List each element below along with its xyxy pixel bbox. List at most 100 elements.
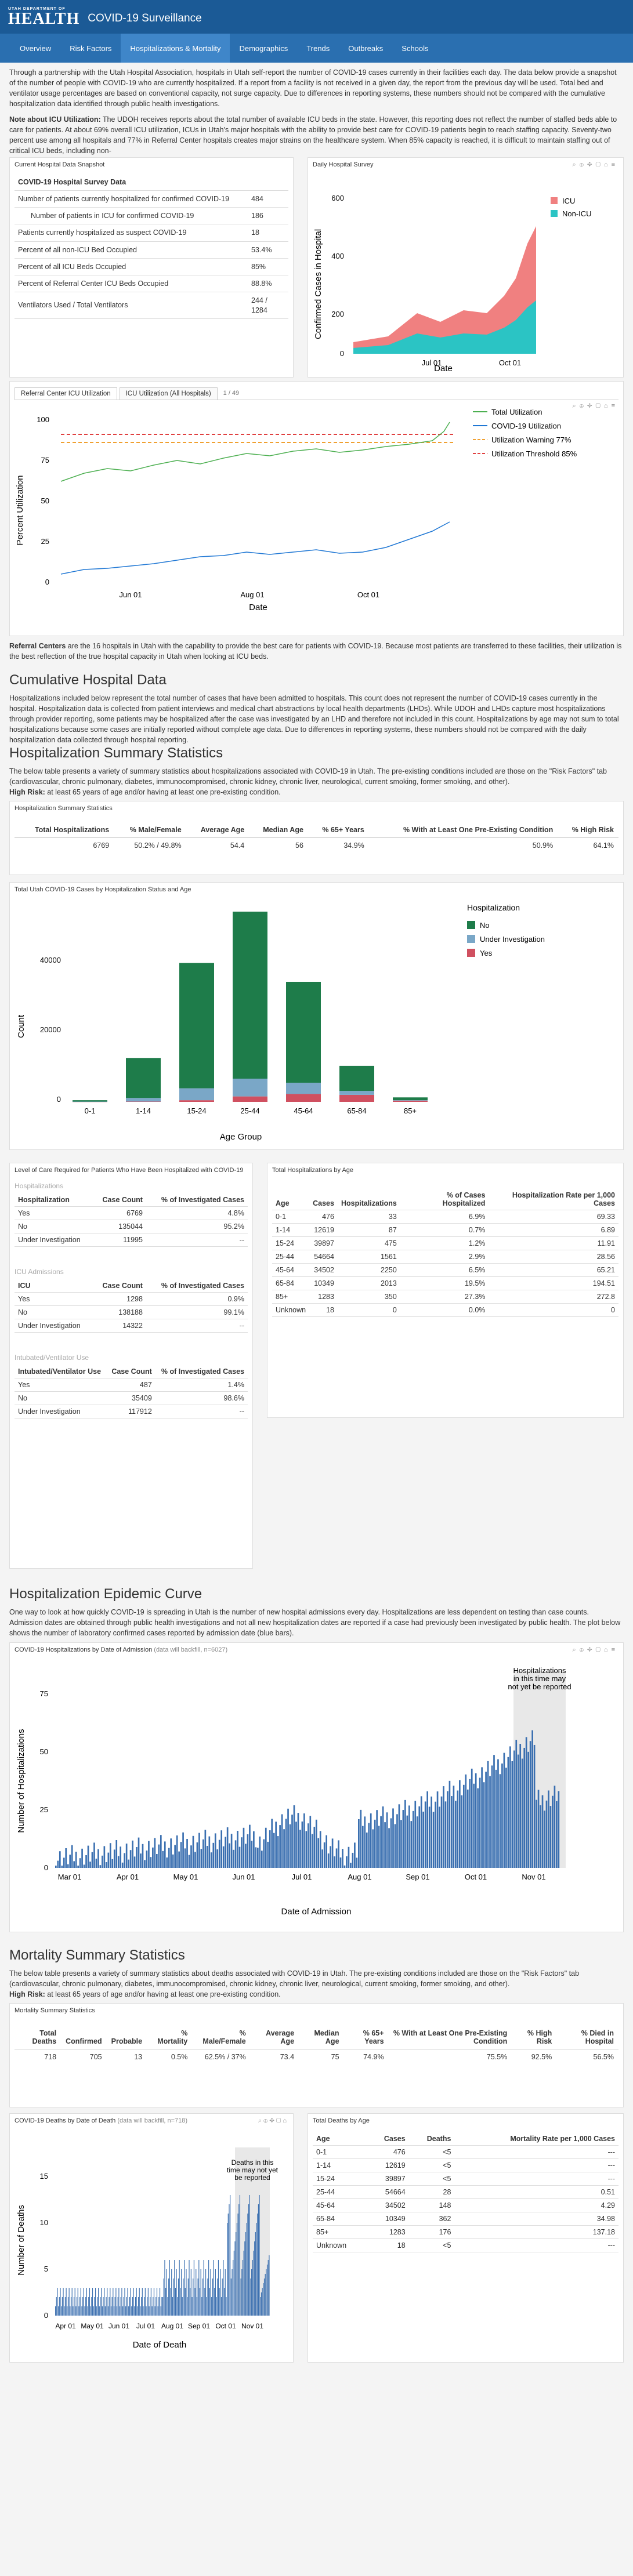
death-bar <box>175 2287 176 2316</box>
death-bar <box>251 2269 252 2316</box>
tab-all-hospitals[interactable]: ICU Utilization (All Hospitals) <box>119 387 218 400</box>
row-value: 88.8% <box>248 275 288 293</box>
admission-bar <box>293 1805 295 1868</box>
death-bar <box>230 2278 232 2316</box>
admission-bar <box>297 1812 299 1868</box>
col-header: Cases <box>367 2132 409 2146</box>
chart-toolbar[interactable]: ⌕⊕✥▢⌂≡ <box>573 161 618 169</box>
death-bar <box>263 2278 265 2316</box>
tick-label: Sep 01 <box>188 2322 210 2330</box>
cell: --- <box>454 2158 618 2172</box>
tick-label: 25-44 <box>240 1106 259 1115</box>
row-label: Number of patients currently hospitalize… <box>15 190 248 208</box>
cell: 85+ <box>272 1290 310 1304</box>
admission-bar <box>556 1801 558 1868</box>
admission-bar <box>81 1848 83 1868</box>
death-bar <box>180 2269 182 2316</box>
bar-under-investigation <box>286 1083 321 1094</box>
death-bar <box>135 2296 136 2316</box>
level-of-care-panel: Level of Care Required for Patients Who … <box>9 1163 253 1569</box>
admission-bar <box>198 1833 200 1868</box>
hosp-status-title: Total Utah COVID-19 Cases by Hospitaliza… <box>15 886 191 894</box>
admission-bar <box>457 1790 459 1868</box>
bar-no <box>286 982 321 1083</box>
table-row: 6769 50.2% / 49.8% 54.4 56 34.9% 50.9% 64.1% <box>15 838 618 854</box>
nav-outbreaks[interactable]: Outbreaks <box>339 34 392 63</box>
col-header: % High Risk <box>512 2025 557 2049</box>
cell: 6.9% <box>400 1210 489 1224</box>
table-row: Percent of all ICU Beds Occupied 85% <box>15 258 288 276</box>
tick-label: Jul 01 <box>292 1873 312 1881</box>
row-value: 484 <box>248 190 288 208</box>
admission-bar <box>412 1811 414 1868</box>
admission-bar <box>180 1841 182 1868</box>
chart-toolbar[interactable]: ⌕⊕✥▢⌂ <box>258 2117 288 2125</box>
age-hosp-table: Age Cases Hospitalizations% of Cases Hospi… <box>272 1189 618 1318</box>
utilization-tabs: Referral Center ICU Utilization ICU Util… <box>15 387 618 400</box>
death-bar <box>222 2278 223 2316</box>
admission-bar <box>216 1849 219 1868</box>
admission-bar <box>334 1856 335 1868</box>
legend-label: ICU <box>562 197 575 205</box>
chart-toolbar[interactable]: ⌕⊕✥▢⌂≡ <box>573 1646 618 1654</box>
table-row: 85+ 1283 350 27.3% 272.8 <box>272 1290 618 1304</box>
cell: 272.8 <box>489 1290 618 1304</box>
level-of-care-title: Level of Care Required for Patients Who … <box>15 1167 244 1174</box>
nav-hospitalizations[interactable]: Hospitalizations & Mortality <box>121 34 230 63</box>
cell: Under Investigation <box>15 1405 107 1419</box>
age-hosp-panel: Total Hospitalizations by Age Age Cases Ho… <box>267 1163 624 1418</box>
admission-bar <box>426 1791 428 1868</box>
axis-label-x: Date <box>434 364 453 371</box>
death-bar <box>254 2241 255 2316</box>
cell: 65-84 <box>272 1276 310 1291</box>
death-bar <box>91 2296 92 2316</box>
tick-label: 5 <box>44 2265 48 2273</box>
tab-page-indicator: 1 / 49 <box>223 389 240 397</box>
cell: 39897 <box>309 1236 338 1251</box>
cell: 28 <box>408 2185 455 2199</box>
admission-bar <box>121 1862 124 1868</box>
cell: -- <box>155 1405 248 1419</box>
bar-under-investigation <box>393 1100 428 1101</box>
admission-bar <box>152 1847 154 1868</box>
death-bar <box>223 2287 225 2316</box>
admission-bar <box>331 1838 334 1868</box>
cell: 62.5% / 37% <box>204 2052 246 2061</box>
cell: 705 <box>89 2052 102 2061</box>
admission-bar <box>172 1854 174 1868</box>
admission-bar <box>245 1843 247 1868</box>
table-row: 25-44 54664 1561 2.9% 28.56 <box>272 1250 618 1264</box>
col-header: % of Investigated Cases <box>155 1365 248 1379</box>
admission-bar <box>289 1824 291 1868</box>
deaths-curve-panel: COVID-19 Deaths by Date of Death (data w… <box>9 2113 294 2363</box>
tab-referral-center[interactable]: Referral Center ICU Utilization <box>15 387 117 400</box>
cell: 137.18 <box>454 2225 618 2239</box>
death-bar <box>255 2232 256 2316</box>
col-header: % of Cases Hospitalized <box>400 1189 489 1211</box>
referral-body: are the 16 hospitals in Utah with the ca… <box>9 641 622 661</box>
nav-risk-factors[interactable]: Risk Factors <box>60 34 121 63</box>
nav-demographics[interactable]: Demographics <box>230 34 297 63</box>
health-logo[interactable]: UTAH DEPARTMENT OF HEALTH <box>8 7 79 27</box>
death-bar <box>252 2259 253 2316</box>
death-bar <box>127 2287 128 2316</box>
epi-curve-text: One way to look at how quickly COVID-19 … <box>9 1608 621 1638</box>
admission-bar <box>91 1852 93 1868</box>
admission-bar <box>400 1819 402 1868</box>
admission-bar <box>515 1739 518 1868</box>
nav-schools[interactable]: Schools <box>392 34 437 63</box>
cell: Yes <box>15 1206 93 1221</box>
admission-bar <box>77 1865 79 1868</box>
admission-bar <box>275 1821 277 1868</box>
col-header: Hospitalizations <box>337 1189 400 1211</box>
table-row: Yes 6769 4.8% <box>15 1206 248 1221</box>
nav-trends[interactable]: Trends <box>297 34 339 63</box>
table-row: 15-24 39897 475 1.2% 11.91 <box>272 1236 618 1251</box>
admission-bar <box>420 1795 422 1868</box>
admission-bar <box>531 1730 533 1868</box>
admission-bar <box>299 1829 301 1868</box>
admission-bar <box>87 1845 89 1868</box>
nav-overview[interactable]: Overview <box>10 34 60 63</box>
chart-toolbar[interactable]: ⌕⊕✥▢⌂≡ <box>573 402 618 410</box>
death-bar <box>217 2278 218 2316</box>
